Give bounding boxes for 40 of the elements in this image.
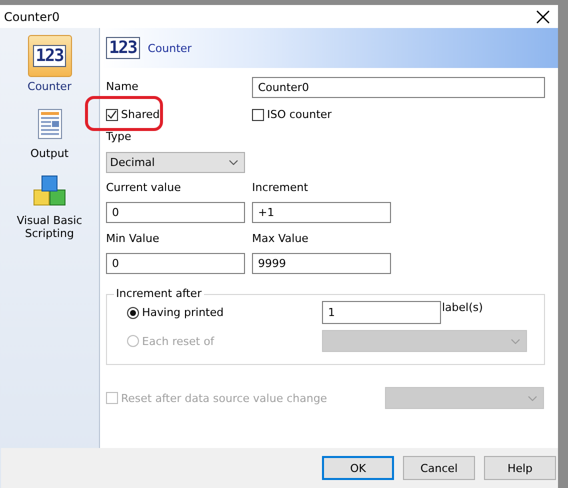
- sidebar-item[interactable]: Output: [4, 101, 96, 168]
- chevron-icon: [511, 338, 520, 344]
- sidebar-item[interactable]: 123 Counter: [4, 32, 96, 101]
- radio-label: Each reset of: [142, 334, 214, 348]
- checkbox-label: Shared: [121, 108, 160, 121]
- unit-label: label(s): [442, 301, 483, 314]
- radio-label: Having printed: [142, 306, 224, 319]
- checkbox[interactable]: [106, 108, 118, 120]
- document-icon: [38, 109, 62, 139]
- close-icon[interactable]: [536, 10, 550, 24]
- field-label: Current value: [106, 181, 182, 195]
- field-label: Increment: [252, 181, 308, 195]
- dialog-button[interactable]: Help: [484, 456, 556, 480]
- check-icon: [107, 110, 117, 120]
- dialog-button[interactable]: OK: [322, 456, 394, 480]
- field-label: Min Value: [106, 232, 160, 246]
- header-title: Counter: [148, 42, 192, 54]
- window-title: Counter0: [4, 10, 60, 24]
- input-field[interactable]: 1: [322, 301, 441, 324]
- type-dropdown[interactable]: Decimal: [106, 152, 245, 173]
- counter-icon: 123: [106, 37, 140, 59]
- input-field[interactable]: 0: [106, 202, 245, 223]
- dialog-button[interactable]: Cancel: [403, 456, 475, 480]
- group-title: Increment after: [114, 287, 204, 300]
- input-field[interactable]: +1: [252, 202, 391, 223]
- cubes-icon: [32, 174, 66, 208]
- checkbox[interactable]: [252, 108, 264, 120]
- checkbox-label: ISO counter: [267, 108, 332, 121]
- field-label: Max Value: [252, 232, 308, 246]
- chevron-icon: [528, 396, 537, 400]
- sidebar-item[interactable]: Visual Basic Scripting: [4, 168, 96, 248]
- radio-button[interactable]: [127, 306, 139, 318]
- field-label: Name: [106, 80, 138, 93]
- name-field[interactable]: Counter0: [252, 77, 545, 98]
- checkbox-label: Reset after data source value change: [121, 392, 328, 404]
- chevron-icon: [229, 160, 238, 165]
- field-label: Type: [106, 130, 132, 144]
- input-field[interactable]: 0: [106, 253, 245, 274]
- input-field[interactable]: 9999: [252, 253, 391, 274]
- counter-icon: 123: [32, 45, 66, 67]
